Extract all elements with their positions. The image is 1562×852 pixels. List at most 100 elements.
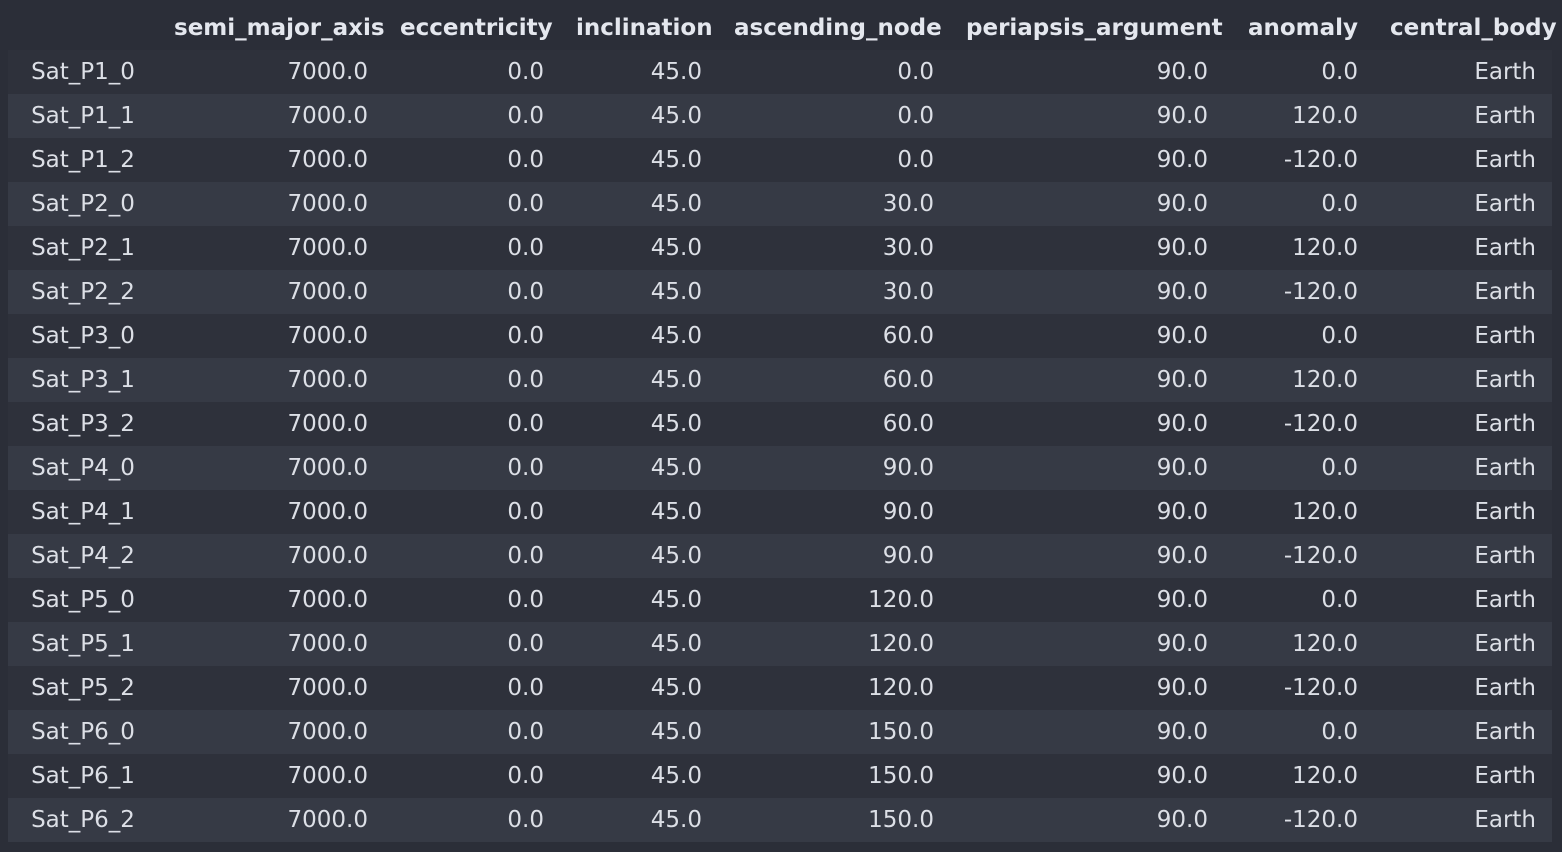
cell-ascending-node: 90.0 — [882, 499, 934, 525]
table-row: Sat_P5_1 7000.0 0.0 45.0 120.0 90.0 120.0 Earth — [8, 622, 1552, 666]
table-row: Sat_P2_2 7000.0 0.0 45.0 30.0 90.0 -120.0 Earth — [8, 270, 1552, 314]
cell-ascending-node: 60.0 — [882, 367, 934, 393]
table-row: Sat_P1_1 7000.0 0.0 45.0 0.0 90.0 120.0 Earth — [8, 94, 1552, 138]
row-index: Sat_P3_2 — [31, 411, 135, 437]
cell-semi-major-axis: 7000.0 — [287, 103, 368, 129]
cell-eccentricity: 0.0 — [507, 807, 544, 833]
cell-central-body: Earth — [1474, 587, 1536, 613]
cell-periapsis-argument: 90.0 — [1156, 719, 1208, 745]
table-row: Sat_P1_2 7000.0 0.0 45.0 0.0 90.0 -120.0 Earth — [8, 138, 1552, 182]
cell-anomaly: 120.0 — [1292, 763, 1358, 789]
cell-semi-major-axis: 7000.0 — [287, 367, 368, 393]
row-index: Sat_P5_0 — [31, 587, 135, 613]
cell-inclination: 45.0 — [650, 323, 702, 349]
table-row: Sat_P5_0 7000.0 0.0 45.0 120.0 90.0 0.0 Earth — [8, 578, 1552, 622]
table-row: Sat_P3_2 7000.0 0.0 45.0 60.0 90.0 -120.0 Earth — [8, 402, 1552, 446]
cell-ascending-node: 90.0 — [882, 543, 934, 569]
cell-ascending-node: 60.0 — [882, 323, 934, 349]
cell-anomaly: 0.0 — [1321, 323, 1358, 349]
table-row: Sat_P4_2 7000.0 0.0 45.0 90.0 90.0 -120.0 Earth — [8, 534, 1552, 578]
row-index: Sat_P1_1 — [31, 103, 135, 129]
cell-semi-major-axis: 7000.0 — [287, 147, 368, 173]
cell-anomaly: 0.0 — [1321, 719, 1358, 745]
cell-semi-major-axis: 7000.0 — [287, 587, 368, 613]
cell-ascending-node: 0.0 — [897, 59, 934, 85]
cell-central-body: Earth — [1474, 147, 1536, 173]
dataframe-output: semi_major_axis eccentricity inclination… — [8, 6, 1557, 842]
row-index: Sat_P4_1 — [31, 499, 135, 525]
cell-inclination: 45.0 — [650, 455, 702, 481]
cell-anomaly: 120.0 — [1292, 631, 1358, 657]
cell-inclination: 45.0 — [650, 367, 702, 393]
row-index: Sat_P1_2 — [31, 147, 135, 173]
cell-periapsis-argument: 90.0 — [1156, 323, 1208, 349]
cell-central-body: Earth — [1474, 499, 1536, 525]
row-index: Sat_P6_2 — [31, 807, 135, 833]
row-index: Sat_P2_1 — [31, 235, 135, 261]
cell-eccentricity: 0.0 — [507, 147, 544, 173]
cell-periapsis-argument: 90.0 — [1156, 103, 1208, 129]
cell-periapsis-argument: 90.0 — [1156, 499, 1208, 525]
cell-central-body: Earth — [1474, 59, 1536, 85]
cell-semi-major-axis: 7000.0 — [287, 719, 368, 745]
cell-inclination: 45.0 — [650, 411, 702, 437]
table-row: Sat_P5_2 7000.0 0.0 45.0 120.0 90.0 -120.0 Eart… — [8, 666, 1552, 710]
cell-semi-major-axis: 7000.0 — [287, 455, 368, 481]
cell-eccentricity: 0.0 — [507, 367, 544, 393]
cell-inclination: 45.0 — [650, 587, 702, 613]
cell-inclination: 45.0 — [650, 59, 702, 85]
row-index: Sat_P4_2 — [31, 543, 135, 569]
cell-semi-major-axis: 7000.0 — [287, 499, 368, 525]
cell-semi-major-axis: 7000.0 — [287, 543, 368, 569]
cell-central-body: Earth — [1474, 279, 1536, 305]
cell-central-body: Earth — [1474, 323, 1536, 349]
row-index: Sat_P6_0 — [31, 719, 135, 745]
cell-anomaly: 120.0 — [1292, 103, 1358, 129]
header-row: semi_major_axis eccentricity inclination… — [8, 6, 1557, 50]
cell-inclination: 45.0 — [650, 719, 702, 745]
cell-inclination: 45.0 — [650, 631, 702, 657]
cell-periapsis-argument: 90.0 — [1156, 807, 1208, 833]
cell-ascending-node: 30.0 — [882, 191, 934, 217]
cell-semi-major-axis: 7000.0 — [287, 675, 368, 701]
cell-periapsis-argument: 90.0 — [1156, 191, 1208, 217]
cell-anomaly: -120.0 — [1283, 807, 1358, 833]
table-row: Sat_P3_1 7000.0 0.0 45.0 60.0 90.0 120.0 Earth — [8, 358, 1552, 402]
table-row: Sat_P2_1 7000.0 0.0 45.0 30.0 90.0 120.0 Earth — [8, 226, 1552, 270]
cell-periapsis-argument: 90.0 — [1156, 411, 1208, 437]
column-header-semi-major-axis: semi_major_axis — [174, 15, 385, 41]
cell-central-body: Earth — [1474, 763, 1536, 789]
column-header-inclination: inclination — [576, 15, 713, 41]
row-index: Sat_P3_0 — [31, 323, 135, 349]
table-row: Sat_P6_1 7000.0 0.0 45.0 150.0 90.0 120.0 Earth — [8, 754, 1552, 798]
cell-central-body: Earth — [1474, 675, 1536, 701]
column-header-ascending-node: ascending_node — [734, 15, 942, 41]
dataframe-table: semi_major_axis eccentricity inclination… — [8, 6, 1557, 842]
cell-anomaly: -120.0 — [1283, 411, 1358, 437]
cell-central-body: Earth — [1474, 543, 1536, 569]
cell-anomaly: 120.0 — [1292, 235, 1358, 261]
cell-anomaly: 0.0 — [1321, 191, 1358, 217]
cell-periapsis-argument: 90.0 — [1156, 59, 1208, 85]
cell-periapsis-argument: 90.0 — [1156, 587, 1208, 613]
row-index: Sat_P3_1 — [31, 367, 135, 393]
cell-ascending-node: 0.0 — [897, 147, 934, 173]
cell-semi-major-axis: 7000.0 — [287, 59, 368, 85]
table-row: Sat_P4_1 7000.0 0.0 45.0 90.0 90.0 120.0 Earth — [8, 490, 1552, 534]
cell-eccentricity: 0.0 — [507, 675, 544, 701]
cell-semi-major-axis: 7000.0 — [287, 235, 368, 261]
cell-anomaly: 0.0 — [1321, 587, 1358, 613]
cell-central-body: Earth — [1474, 631, 1536, 657]
table-row: Sat_P6_0 7000.0 0.0 45.0 150.0 90.0 0.0 Earth — [8, 710, 1552, 754]
cell-semi-major-axis: 7000.0 — [287, 191, 368, 217]
cell-inclination: 45.0 — [650, 279, 702, 305]
cell-central-body: Earth — [1474, 455, 1536, 481]
cell-inclination: 45.0 — [650, 103, 702, 129]
cell-ascending-node: 150.0 — [868, 807, 934, 833]
cell-anomaly: 120.0 — [1292, 367, 1358, 393]
cell-inclination: 45.0 — [650, 235, 702, 261]
cell-semi-major-axis: 7000.0 — [287, 411, 368, 437]
column-header-eccentricity: eccentricity — [400, 15, 553, 41]
cell-semi-major-axis: 7000.0 — [287, 631, 368, 657]
cell-eccentricity: 0.0 — [507, 631, 544, 657]
